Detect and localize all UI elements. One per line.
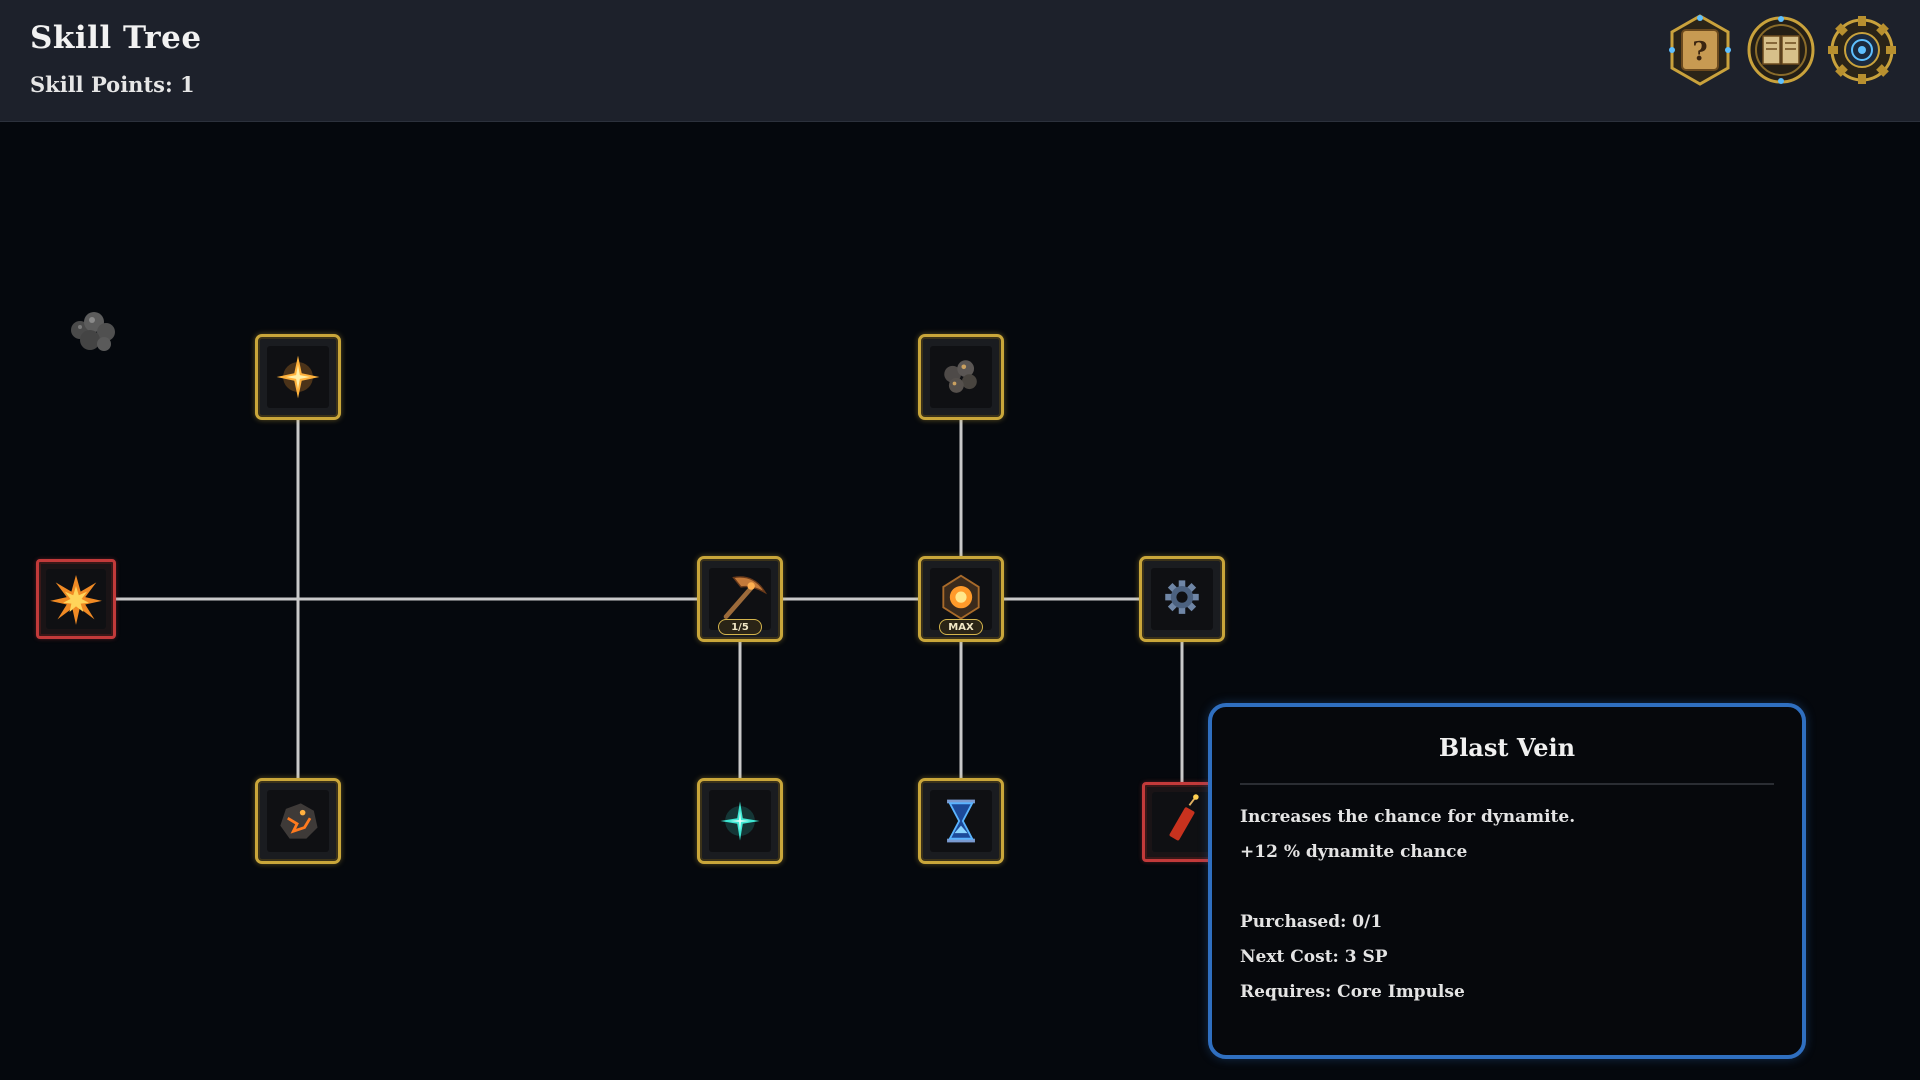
tooltip-purchased: Purchased: 0/1: [1240, 912, 1383, 932]
skill-level-badge: 1/5: [718, 619, 762, 635]
explosion-icon: [50, 574, 102, 625]
sparkle-star-icon: [276, 355, 320, 399]
teal-sparkle-icon: [720, 801, 760, 841]
skill-node-hourglass[interactable]: [918, 778, 1004, 864]
skill-node-core-impulse[interactable]: MAX: [918, 556, 1004, 642]
tooltip-requires: Requires: Core Impulse: [1240, 982, 1465, 1002]
skill-node-ore-cluster[interactable]: [918, 334, 1004, 420]
hourglass-icon: [947, 799, 975, 843]
tooltip-effect: +12 % dynamite chance: [1240, 842, 1468, 862]
skill-node-gear[interactable]: [1139, 556, 1225, 642]
tooltip-next-cost: Next Cost: 3 SP: [1240, 947, 1388, 967]
gear-icon: [1828, 16, 1896, 84]
help-button[interactable]: ?: [1664, 12, 1736, 88]
ore-chunk-icon: [71, 312, 115, 351]
skill-points-counter: Skill Points: 1: [30, 72, 195, 97]
molten-rock-icon: [280, 803, 318, 839]
skill-node-teal-spark[interactable]: [697, 778, 783, 864]
skill-node-pickaxe[interactable]: 1/5: [697, 556, 783, 642]
tooltip-description: Increases the chance for dynamite.: [1240, 807, 1576, 827]
skill-node-magma-rock[interactable]: [255, 778, 341, 864]
question-scroll-icon: ?: [1669, 14, 1731, 86]
gear-icon: [1165, 580, 1199, 614]
tooltip-divider: [1240, 783, 1774, 785]
top-bar: Skill Tree Skill Points: 1 ?: [0, 0, 1920, 122]
spellbook-icon: [1747, 16, 1815, 84]
skill-node-star-spark[interactable]: [255, 334, 341, 420]
ore-cluster-icon: [944, 360, 977, 393]
skill-node-ignite[interactable]: [36, 559, 116, 639]
skill-tooltip: Blast Vein Increases the chance for dyna…: [1208, 703, 1806, 1059]
skill-level-badge: MAX: [939, 619, 983, 635]
page-title: Skill Tree: [30, 20, 202, 56]
settings-button[interactable]: [1826, 12, 1898, 88]
svg-text:?: ?: [1692, 37, 1707, 67]
tooltip-title: Blast Vein: [1438, 733, 1576, 762]
codex-button[interactable]: [1745, 12, 1817, 88]
